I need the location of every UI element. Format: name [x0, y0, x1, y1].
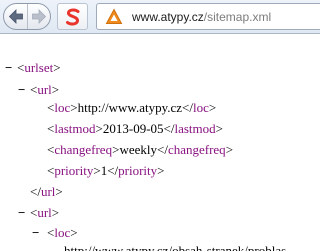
lastmod-tag: lastmod — [54, 121, 96, 136]
url-tag: url — [37, 82, 52, 97]
forward-button[interactable] — [27, 4, 50, 29]
back-arrow-icon — [8, 9, 23, 24]
lastmod-value-1: 2013-09-05 — [102, 121, 164, 136]
url-text: www.atypy.cz/sitemap.xml — [132, 9, 271, 25]
xml-tree-view: − <urlset> − <url> <loc>http://www.atypy… — [0, 34, 320, 251]
orange-triangle-site-icon — [105, 8, 123, 24]
changefreq-value-1: weekly — [119, 142, 157, 157]
loc-value-2: http://www.atypy.cz/obsah-stranek/probla… — [64, 243, 287, 251]
forward-arrow-icon — [32, 9, 47, 24]
loc-close-tag: loc — [193, 100, 209, 115]
changefreq-close-tag: changefreq — [167, 142, 226, 157]
red-s-logo-icon — [66, 8, 80, 26]
back-button[interactable] — [4, 4, 28, 29]
loc-value-line-2: http://www.atypy.cz/obsah-stranek/probla… — [64, 242, 286, 251]
loc-collapse-toggle-2[interactable]: − — [32, 224, 39, 241]
lastmod-close-tag: lastmod — [174, 121, 216, 136]
priority-tag: priority — [54, 163, 94, 178]
loc-line-1: <loc>http://www.atypy.cz</loc> — [47, 100, 217, 115]
changefreq-tag: changefreq — [54, 142, 113, 157]
lastmod-line-1: <lastmod>2013-09-05</lastmod> — [47, 121, 223, 136]
address-bar[interactable]: www.atypy.cz/sitemap.xml — [96, 3, 320, 30]
url-close-line-1: </url> — [30, 184, 63, 199]
loc-value-1: http://www.atypy.cz — [77, 100, 183, 115]
app-menu-button[interactable] — [57, 3, 88, 30]
url-domain: www.atypy.cz — [132, 10, 204, 24]
urlset-collapse-toggle[interactable]: − — [5, 59, 12, 76]
changefreq-line-1: <changefreq>weekly</changefreq> — [47, 142, 234, 157]
priority-close-tag: priority — [118, 163, 158, 178]
url-collapse-toggle-2[interactable]: − — [18, 204, 25, 221]
url-path: /sitemap.xml — [203, 10, 272, 24]
loc-tag-2: loc — [54, 225, 71, 240]
url-tag-2: url — [37, 205, 52, 220]
browser-toolbar: www.atypy.cz/sitemap.xml — [0, 0, 320, 34]
navigation-buttons — [3, 3, 51, 30]
url-collapse-toggle-1[interactable]: − — [18, 81, 25, 98]
urlset-tag: urlset — [24, 60, 54, 75]
loc-tag: loc — [54, 100, 71, 115]
priority-line-1: <priority>1</priority> — [47, 163, 165, 178]
priority-value-1: 1 — [100, 163, 108, 178]
url-close-tag: url — [40, 184, 56, 199]
